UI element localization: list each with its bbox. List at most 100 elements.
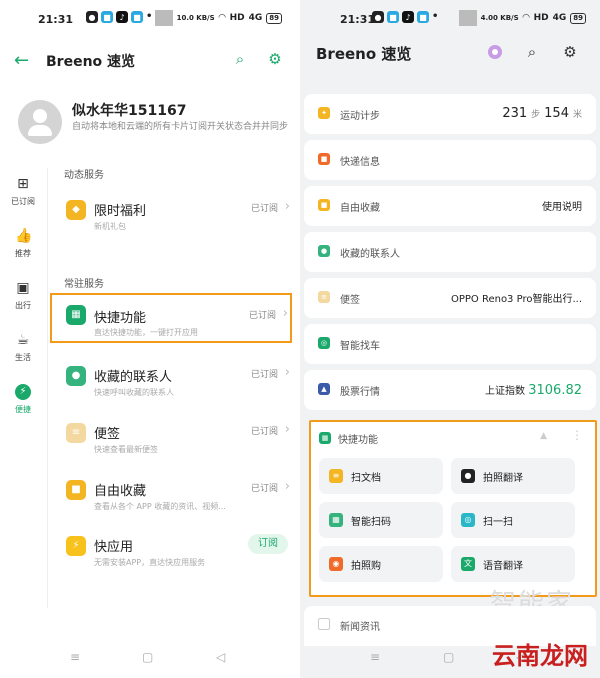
chevron-right-icon: ›	[284, 422, 290, 437]
more-icon: •	[432, 11, 439, 22]
sync-description: 自动将本地和云端的所有卡片订阅开关状态合并并同步	[72, 122, 289, 132]
redacted-block	[154, 10, 173, 26]
menu-icon[interactable]: ≡	[70, 650, 80, 664]
chat-icon: ●	[86, 11, 98, 23]
sidenav-item-travel[interactable]: ▣ 出行	[0, 280, 46, 324]
wifi-icon: ◠	[218, 13, 226, 23]
section-title-resident: 常驻服务	[64, 279, 104, 290]
chevron-right-icon: ›	[284, 479, 290, 494]
settings-icon[interactable]: ⚙	[265, 49, 285, 69]
service-item-favorite-contacts[interactable]: ● 收藏的联系人 快速呼叫收藏的联系人 已订阅 ›	[50, 358, 292, 408]
card-notes[interactable]: ≡ 便签 OPPO Reno3 Pro智能出行...	[304, 278, 596, 318]
quick-scan-document[interactable]: ≡ 扫文档	[319, 458, 443, 494]
chart-icon: ▲	[318, 383, 330, 395]
sidenav-label: 推荐	[15, 249, 31, 258]
search-icon[interactable]: ⌕	[230, 49, 250, 69]
service-subtitle: 快速呼叫收藏的联系人	[94, 388, 174, 397]
header: Breeno 速览 ⌕ ⚙	[300, 38, 600, 78]
app-icon: ■	[131, 11, 143, 23]
username: 似水年华151167	[72, 103, 187, 119]
service-item-limited-benefit[interactable]: ◆ 限时福利 新机礼包 已订阅 ›	[50, 192, 292, 242]
service-item-free-collection[interactable]: ■ 自由收藏 查看从各个 APP 收藏的资讯、视频... 已订阅 ›	[50, 472, 292, 522]
breeno-assistant-icon[interactable]	[488, 45, 502, 59]
search-icon[interactable]: ⌕	[522, 42, 542, 62]
card-favorite-contacts[interactable]: ● 收藏的联系人	[304, 232, 596, 272]
card-title: 运动计步	[340, 111, 380, 122]
collapse-icon[interactable]: ▲	[540, 431, 547, 441]
status-time: 21:31	[340, 13, 376, 26]
quick-photo-shop[interactable]: ◉ 拍照购	[319, 546, 443, 582]
service-subtitle: 快速查看最新便签	[94, 445, 158, 454]
subscribe-status: 已订阅	[250, 484, 278, 494]
cup-icon: ☕	[16, 332, 30, 348]
card-free-collection[interactable]: ■ 自由收藏 使用说明	[304, 186, 596, 226]
system-icons: 10.0 KB/S ◠ HD 4G 89	[154, 10, 282, 26]
home-icon[interactable]: ▢	[443, 650, 454, 664]
service-item-quick-functions[interactable]: ▦ 快捷功能 直达快捷功能，一键打开应用 已订阅 ›	[50, 293, 292, 343]
card-title: 自由收藏	[340, 203, 380, 214]
system-navbar: ≡ ▢ ◁	[0, 640, 296, 678]
back-icon[interactable]: ◁	[216, 650, 225, 664]
card-express[interactable]: ■ 快递信息	[304, 140, 596, 180]
quick-label: 扫文档	[351, 473, 381, 484]
service-name: 便签	[94, 427, 121, 442]
home-icon[interactable]: ▢	[142, 650, 153, 664]
service-name: 自由收藏	[94, 484, 147, 499]
chat-icon: ●	[372, 11, 384, 23]
gift-icon: ◆	[66, 200, 86, 220]
sidenav-item-subscribed[interactable]: ⊞ 已订阅	[0, 176, 46, 220]
steps-value: 231	[502, 106, 528, 121]
more-vertical-icon[interactable]: ⋮	[571, 428, 583, 442]
network-speed: 4.00 KB/S	[480, 13, 519, 22]
thumbs-up-icon: 👍	[15, 228, 33, 244]
document-icon: ≡	[329, 469, 343, 483]
lightning-icon: ⚡	[66, 536, 86, 556]
more-icon: •	[146, 11, 153, 22]
settings-screen: 21:31 ● ■ ♪ ■ • 10.0 KB/S ◠ HD 4G 89 ← B…	[0, 0, 296, 678]
service-subtitle: 查看从各个 APP 收藏的资讯、视频...	[94, 502, 226, 511]
card-stocks[interactable]: ▲ 股票行情 上证指数 3106.82	[304, 370, 596, 410]
service-item-notes[interactable]: ≡ 便签 快速查看最新便签 已订阅 ›	[50, 415, 292, 465]
app-icon: ■	[101, 11, 113, 23]
service-item-quick-app[interactable]: ⚡ 快应用 无需安装APP，直达快应用服务 订阅	[50, 528, 292, 578]
subscribe-button[interactable]: 订阅	[248, 534, 288, 554]
back-arrow-icon[interactable]: ←	[14, 50, 29, 71]
notification-icons: ● ■ ♪ ■ •	[372, 11, 438, 23]
card-title: 新闻资讯	[340, 622, 380, 633]
quick-photo-translate[interactable]: ● 拍照翻译	[451, 458, 575, 494]
page-title: Breeno 速览	[46, 54, 136, 70]
sidenav-item-life[interactable]: ☕ 生活	[0, 332, 46, 376]
chevron-right-icon: ›	[282, 306, 288, 321]
card-title: 收藏的联系人	[340, 249, 400, 260]
index-name: 上证指数	[485, 386, 526, 397]
step-count: 231 步 154 米	[502, 106, 582, 121]
network-type: HD	[533, 13, 549, 23]
section-title-dynamic: 动态服务	[64, 170, 104, 181]
usage-guide-link[interactable]: 使用说明	[542, 198, 582, 213]
site-logo: 云南龙网	[492, 642, 588, 670]
battery-icon: 89	[266, 12, 282, 24]
battery-icon: 89	[570, 12, 586, 24]
bookmark-icon: ■	[318, 199, 330, 211]
quick-scan[interactable]: ◎ 扫一扫	[451, 502, 575, 538]
card-find-car[interactable]: ◎ 智能找车	[304, 324, 596, 364]
wifi-icon: ◠	[522, 13, 530, 23]
qr-code-icon: ▦	[329, 513, 343, 527]
sidenav-label: 出行	[15, 301, 31, 310]
card-step-counter[interactable]: ✦ 运动计步 231 步 154 米	[304, 94, 596, 134]
sidenav-label: 便捷	[15, 405, 31, 414]
service-name: 限时福利	[94, 204, 147, 219]
signal-icon: 4G	[248, 13, 263, 23]
sidenav-label: 生活	[15, 353, 31, 362]
network-type: HD	[229, 13, 245, 23]
quick-label: 扫一扫	[483, 517, 513, 528]
quick-voice-translate[interactable]: 文 语音翻译	[451, 546, 575, 582]
settings-icon[interactable]: ⚙	[560, 42, 580, 62]
menu-icon[interactable]: ≡	[370, 650, 380, 664]
sidenav-item-convenient[interactable]: ⚡ 便捷	[0, 384, 46, 428]
profile-card[interactable]: 似水年华151167 自动将本地和云端的所有卡片订阅开关状态合并并同步	[16, 96, 288, 152]
quick-smart-scan[interactable]: ▦ 智能扫码	[319, 502, 443, 538]
sidenav-item-recommend[interactable]: 👍 推荐	[0, 228, 46, 272]
chevron-right-icon: ›	[284, 365, 290, 380]
redacted-block	[458, 10, 477, 26]
